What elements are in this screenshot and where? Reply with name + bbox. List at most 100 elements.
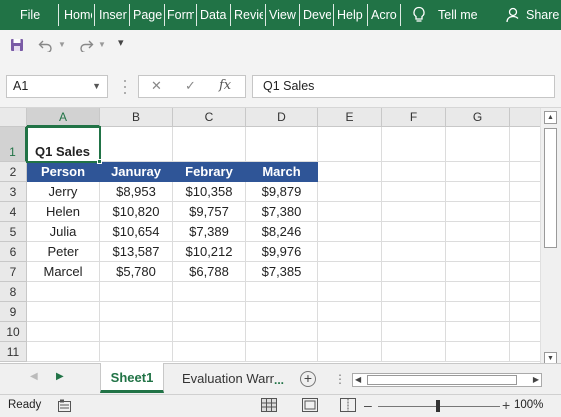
cell[interactable] bbox=[246, 127, 318, 162]
cell[interactable] bbox=[100, 127, 173, 162]
cell[interactable] bbox=[100, 282, 173, 302]
cell[interactable] bbox=[446, 222, 510, 242]
zoom-in-button[interactable]: + bbox=[502, 397, 510, 413]
table-header-cell[interactable]: Januray bbox=[100, 162, 173, 182]
page-layout-view-icon[interactable] bbox=[302, 398, 318, 412]
cell[interactable] bbox=[173, 342, 246, 362]
cell[interactable] bbox=[446, 282, 510, 302]
cell[interactable] bbox=[100, 322, 173, 342]
tab-formulas[interactable]: Formulas bbox=[167, 0, 194, 30]
table-data-cell[interactable]: Peter bbox=[27, 242, 100, 262]
table-data-cell[interactable]: $7,380 bbox=[246, 202, 318, 222]
cell[interactable] bbox=[173, 302, 246, 322]
customize-toolbar-icon[interactable]: ▾ bbox=[118, 36, 124, 49]
cell[interactable] bbox=[446, 322, 510, 342]
tab-home[interactable]: Home bbox=[64, 0, 92, 30]
save-icon[interactable] bbox=[10, 38, 24, 52]
cell[interactable] bbox=[446, 127, 510, 162]
table-data-cell[interactable]: $5,780 bbox=[100, 262, 173, 282]
undo-icon[interactable] bbox=[38, 38, 54, 52]
cell[interactable] bbox=[510, 222, 540, 242]
tab-file[interactable]: File bbox=[20, 0, 46, 30]
cancel-icon[interactable]: ✕ bbox=[151, 78, 162, 94]
column-header-a[interactable]: A bbox=[27, 108, 100, 127]
cell[interactable] bbox=[27, 342, 100, 362]
drag-handle-icon[interactable] bbox=[124, 79, 126, 95]
undo-dropdown-icon[interactable]: ▼ bbox=[58, 40, 66, 49]
column-header-e[interactable]: E bbox=[318, 108, 382, 127]
row-header-1[interactable]: 1 bbox=[0, 127, 27, 162]
table-header-cell[interactable]: Febrary bbox=[173, 162, 246, 182]
cell[interactable] bbox=[382, 182, 446, 202]
table-data-cell[interactable]: $10,358 bbox=[173, 182, 246, 202]
cell[interactable] bbox=[382, 342, 446, 362]
cell[interactable] bbox=[446, 342, 510, 362]
macro-recording-icon[interactable] bbox=[58, 399, 71, 412]
vertical-scrollbar[interactable]: ▲ ▼ bbox=[540, 108, 561, 369]
cell[interactable] bbox=[318, 302, 382, 322]
tab-acrobat[interactable]: Acrobat bbox=[371, 0, 397, 30]
table-data-cell[interactable]: $9,879 bbox=[246, 182, 318, 202]
tab-sheet1[interactable]: Sheet1 bbox=[100, 363, 164, 393]
cell[interactable] bbox=[510, 182, 540, 202]
cell[interactable] bbox=[246, 282, 318, 302]
more-sheets-button[interactable]: ... bbox=[274, 373, 284, 387]
tab-evaluation-warning[interactable]: Evaluation Warning bbox=[182, 364, 274, 394]
redo-dropdown-icon[interactable]: ▼ bbox=[98, 40, 106, 49]
cell[interactable] bbox=[382, 322, 446, 342]
insert-function-icon[interactable]: fx bbox=[219, 78, 231, 93]
cell[interactable] bbox=[510, 242, 540, 262]
cell[interactable] bbox=[446, 162, 510, 182]
cell[interactable] bbox=[318, 242, 382, 262]
tab-page-layout[interactable]: Page Layout bbox=[133, 0, 162, 30]
cell[interactable] bbox=[510, 342, 540, 362]
row-header-10[interactable]: 10 bbox=[0, 322, 27, 342]
normal-view-icon[interactable] bbox=[261, 398, 277, 412]
table-data-cell[interactable]: $8,246 bbox=[246, 222, 318, 242]
cell[interactable] bbox=[27, 302, 100, 322]
tab-help[interactable]: Help bbox=[337, 0, 365, 30]
cell[interactable] bbox=[246, 342, 318, 362]
select-all-corner[interactable] bbox=[0, 108, 27, 127]
table-data-cell[interactable]: $10,654 bbox=[100, 222, 173, 242]
cell[interactable] bbox=[446, 182, 510, 202]
cell[interactable] bbox=[246, 302, 318, 322]
cell[interactable] bbox=[510, 302, 540, 322]
tab-review[interactable]: Review bbox=[234, 0, 263, 30]
cell-title[interactable]: Q1 Sales bbox=[27, 127, 100, 162]
column-header-d[interactable]: D bbox=[246, 108, 318, 127]
row-header-7[interactable]: 7 bbox=[0, 262, 27, 282]
chevron-down-icon[interactable]: ▼ bbox=[92, 76, 101, 97]
row-header-9[interactable]: 9 bbox=[0, 302, 27, 322]
horizontal-scroll-thumb[interactable] bbox=[367, 375, 517, 385]
table-data-cell[interactable]: $9,757 bbox=[173, 202, 246, 222]
table-data-cell[interactable]: $10,820 bbox=[100, 202, 173, 222]
column-header-h[interactable] bbox=[510, 108, 540, 127]
cell[interactable] bbox=[510, 322, 540, 342]
cell[interactable] bbox=[382, 222, 446, 242]
table-data-cell[interactable]: $13,587 bbox=[100, 242, 173, 262]
share-button[interactable]: Share bbox=[526, 0, 561, 30]
zoom-percentage[interactable]: 100% bbox=[514, 399, 543, 411]
row-header-8[interactable]: 8 bbox=[0, 282, 27, 302]
cell[interactable] bbox=[510, 202, 540, 222]
cell[interactable] bbox=[510, 262, 540, 282]
table-data-cell[interactable]: $8,953 bbox=[100, 182, 173, 202]
cell[interactable] bbox=[318, 342, 382, 362]
zoom-out-button[interactable]: – bbox=[364, 397, 372, 413]
table-data-cell[interactable]: $9,976 bbox=[246, 242, 318, 262]
table-data-cell[interactable]: Helen bbox=[27, 202, 100, 222]
tab-data[interactable]: Data bbox=[200, 0, 228, 30]
scroll-up-icon[interactable]: ▲ bbox=[544, 111, 557, 124]
page-break-view-icon[interactable] bbox=[340, 398, 356, 412]
next-sheet-icon[interactable]: ▶ bbox=[56, 371, 64, 382]
table-data-cell[interactable]: $10,212 bbox=[173, 242, 246, 262]
cell[interactable] bbox=[173, 282, 246, 302]
row-header-6[interactable]: 6 bbox=[0, 242, 27, 262]
redo-icon[interactable] bbox=[78, 38, 94, 52]
cell[interactable] bbox=[446, 242, 510, 262]
share-person-icon[interactable] bbox=[506, 6, 522, 24]
cell[interactable] bbox=[318, 282, 382, 302]
column-header-c[interactable]: C bbox=[173, 108, 246, 127]
row-header-4[interactable]: 4 bbox=[0, 202, 27, 222]
